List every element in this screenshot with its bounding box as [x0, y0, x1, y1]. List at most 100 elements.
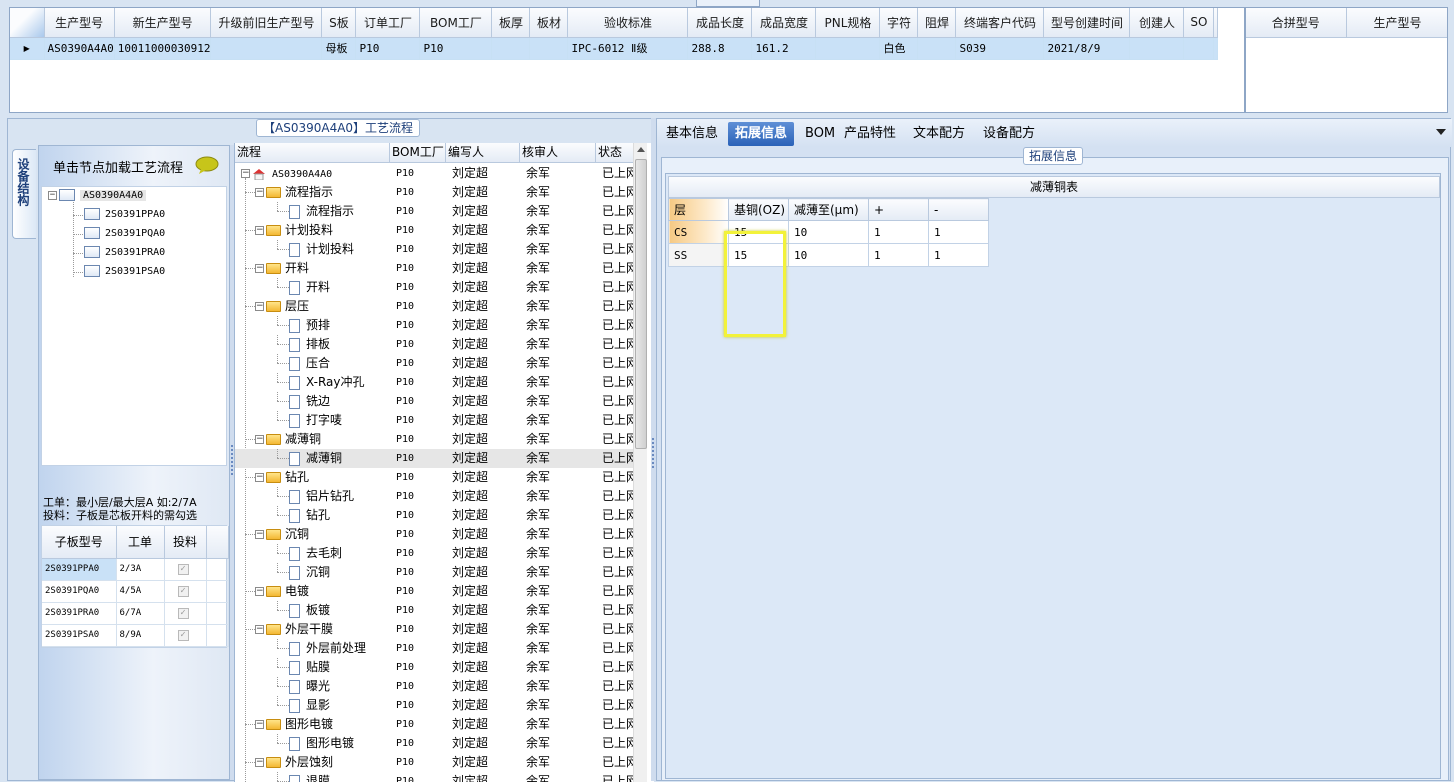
process-row[interactable]: −沉铜P10刘定超余军已上网: [235, 525, 633, 544]
merge-col-merged-model[interactable]: 合拼型号: [1246, 8, 1346, 37]
table-cell[interactable]: CS: [669, 221, 729, 244]
grid-cell[interactable]: 10011000030912: [114, 37, 211, 59]
col-layer[interactable]: 层: [669, 199, 729, 221]
grid-col-header[interactable]: 订单工厂: [356, 8, 420, 37]
sub-col-order[interactable]: 工单: [116, 526, 164, 558]
tab-text-recipe[interactable]: 文本配方: [906, 122, 972, 146]
grid-cell[interactable]: 2021/8/9: [1044, 37, 1130, 59]
process-scrollbar[interactable]: [633, 143, 647, 782]
tab-dropdown-icon[interactable]: [1436, 129, 1446, 135]
process-row[interactable]: 预排P10刘定超余军已上网: [235, 316, 633, 335]
tree-root-node[interactable]: −AS0390A4A0: [48, 187, 146, 205]
feed-checkbox[interactable]: ✓: [178, 630, 189, 641]
table-cell[interactable]: 10: [789, 221, 869, 244]
feed-checkbox[interactable]: ✓: [178, 564, 189, 575]
process-row[interactable]: 排板P10刘定超余军已上网: [235, 335, 633, 354]
collapse-icon[interactable]: −: [255, 302, 264, 311]
grid-cell[interactable]: 288.8: [688, 37, 752, 59]
collapse-icon[interactable]: −: [255, 530, 264, 539]
table-cell[interactable]: 1: [869, 221, 929, 244]
process-row[interactable]: −外层蚀刻P10刘定超余军已上网: [235, 753, 633, 772]
grid-col-header[interactable]: SO: [1184, 8, 1214, 37]
tab-product-features[interactable]: 产品特性: [837, 122, 903, 146]
sub-col-model[interactable]: 子板型号: [42, 526, 116, 558]
col-plus[interactable]: +: [869, 199, 929, 221]
process-row[interactable]: −外层干膜P10刘定超余军已上网: [235, 620, 633, 639]
process-row[interactable]: 流程指示P10刘定超余军已上网: [235, 202, 633, 221]
col-minus[interactable]: -: [929, 199, 989, 221]
tab-bom[interactable]: BOM: [798, 122, 842, 146]
grid-cell[interactable]: S039: [956, 37, 1044, 59]
col-base-copper[interactable]: 基铜(OZ): [729, 199, 789, 221]
collapse-icon[interactable]: −: [241, 169, 250, 178]
collapse-icon[interactable]: −: [255, 226, 264, 235]
table-cell[interactable]: 15: [729, 221, 789, 244]
process-row[interactable]: −电镀P10刘定超余军已上网: [235, 582, 633, 601]
collapse-icon[interactable]: −: [255, 587, 264, 596]
grid-col-header[interactable]: 升级前旧生产型号: [211, 8, 322, 37]
grid-cell[interactable]: IPC-6012 Ⅱ级: [568, 37, 688, 59]
chat-bubble-icon[interactable]: [195, 156, 219, 174]
table-row[interactable]: 2S0391PSA08/9A✓: [42, 624, 228, 646]
grid-col-header[interactable]: BOM工厂: [420, 8, 492, 37]
process-row[interactable]: 压合P10刘定超余军已上网: [235, 354, 633, 373]
proc-col-flow[interactable]: 流程: [235, 143, 390, 162]
proc-col-writer[interactable]: 编写人: [446, 143, 520, 162]
process-row[interactable]: 计划投料P10刘定超余军已上网: [235, 240, 633, 259]
tab-equipment-recipe[interactable]: 设备配方: [976, 122, 1042, 146]
process-row[interactable]: 显影P10刘定超余军已上网: [235, 696, 633, 715]
process-row[interactable]: 贴膜P10刘定超余军已上网: [235, 658, 633, 677]
table-cell[interactable]: SS: [669, 244, 729, 267]
feed-checkbox[interactable]: ✓: [178, 608, 189, 619]
grid-col-header[interactable]: 生产型号: [44, 8, 114, 37]
merge-col-production-model[interactable]: 生产型号: [1346, 8, 1448, 37]
table-cell[interactable]: 10: [789, 244, 869, 267]
table-cell[interactable]: 15: [729, 244, 789, 267]
scroll-thumb[interactable]: [635, 159, 647, 449]
grid-col-header[interactable]: S板: [322, 8, 356, 37]
row-indicator-icon[interactable]: ▶: [10, 37, 44, 59]
process-row[interactable]: −流程指示P10刘定超余军已上网: [235, 183, 633, 202]
tab-extended-info[interactable]: 拓展信息: [728, 122, 794, 146]
grid-cell[interactable]: [211, 37, 322, 59]
top-panel-tab[interactable]: [696, 0, 760, 7]
table-row[interactable]: CS151011: [669, 221, 989, 244]
process-row[interactable]: 沉铜P10刘定超余军已上网: [235, 563, 633, 582]
table-row[interactable]: 2S0391PQA04/5A✓: [42, 580, 228, 602]
process-row[interactable]: −减薄铜P10刘定超余军已上网: [235, 430, 633, 449]
grid-cell[interactable]: 母板: [322, 37, 356, 59]
process-row[interactable]: 外层前处理P10刘定超余军已上网: [235, 639, 633, 658]
table-cell[interactable]: 1: [929, 244, 989, 267]
grid-col-header[interactable]: 成品长度: [688, 8, 752, 37]
process-row[interactable]: −图形电镀P10刘定超余军已上网: [235, 715, 633, 734]
table-cell[interactable]: 1: [929, 221, 989, 244]
process-row[interactable]: 钻孔P10刘定超余军已上网: [235, 506, 633, 525]
grid-col-header[interactable]: 新生产型号: [114, 8, 211, 37]
grid-cell[interactable]: [816, 37, 880, 59]
scroll-up-icon[interactable]: [637, 147, 645, 152]
grid-cell[interactable]: [1184, 37, 1214, 59]
collapse-icon[interactable]: −: [255, 188, 264, 197]
grid-col-header[interactable]: 验收标准: [568, 8, 688, 37]
process-row[interactable]: 减薄铜P10刘定超余军已上网: [235, 449, 633, 468]
sub-col-feed[interactable]: 投料: [164, 526, 206, 558]
process-row[interactable]: −计划投料P10刘定超余军已上网: [235, 221, 633, 240]
table-row[interactable]: 2S0391PPA02/3A✓: [42, 558, 228, 580]
grid-col-header[interactable]: 字符: [880, 8, 918, 37]
collapse-icon[interactable]: −: [48, 191, 57, 200]
collapse-icon[interactable]: −: [255, 473, 264, 482]
grid-col-header[interactable]: PNL规格: [816, 8, 880, 37]
grid-col-header[interactable]: 成品宽度: [752, 8, 816, 37]
grid-cell[interactable]: [530, 37, 568, 59]
collapse-icon[interactable]: −: [255, 435, 264, 444]
collapse-icon[interactable]: −: [255, 758, 264, 767]
grid-col-header[interactable]: 阻焊: [918, 8, 956, 37]
grid-cell[interactable]: [1130, 37, 1184, 59]
process-row[interactable]: −层压P10刘定超余军已上网: [235, 297, 633, 316]
tree-child-node[interactable]: 2S0391PQA0: [84, 225, 165, 243]
process-row[interactable]: 去毛刺P10刘定超余军已上网: [235, 544, 633, 563]
feed-checkbox[interactable]: ✓: [178, 586, 189, 597]
process-row[interactable]: −开料P10刘定超余军已上网: [235, 259, 633, 278]
process-row[interactable]: 开料P10刘定超余军已上网: [235, 278, 633, 297]
grid-col-header[interactable]: 型号创建时间: [1044, 8, 1130, 37]
